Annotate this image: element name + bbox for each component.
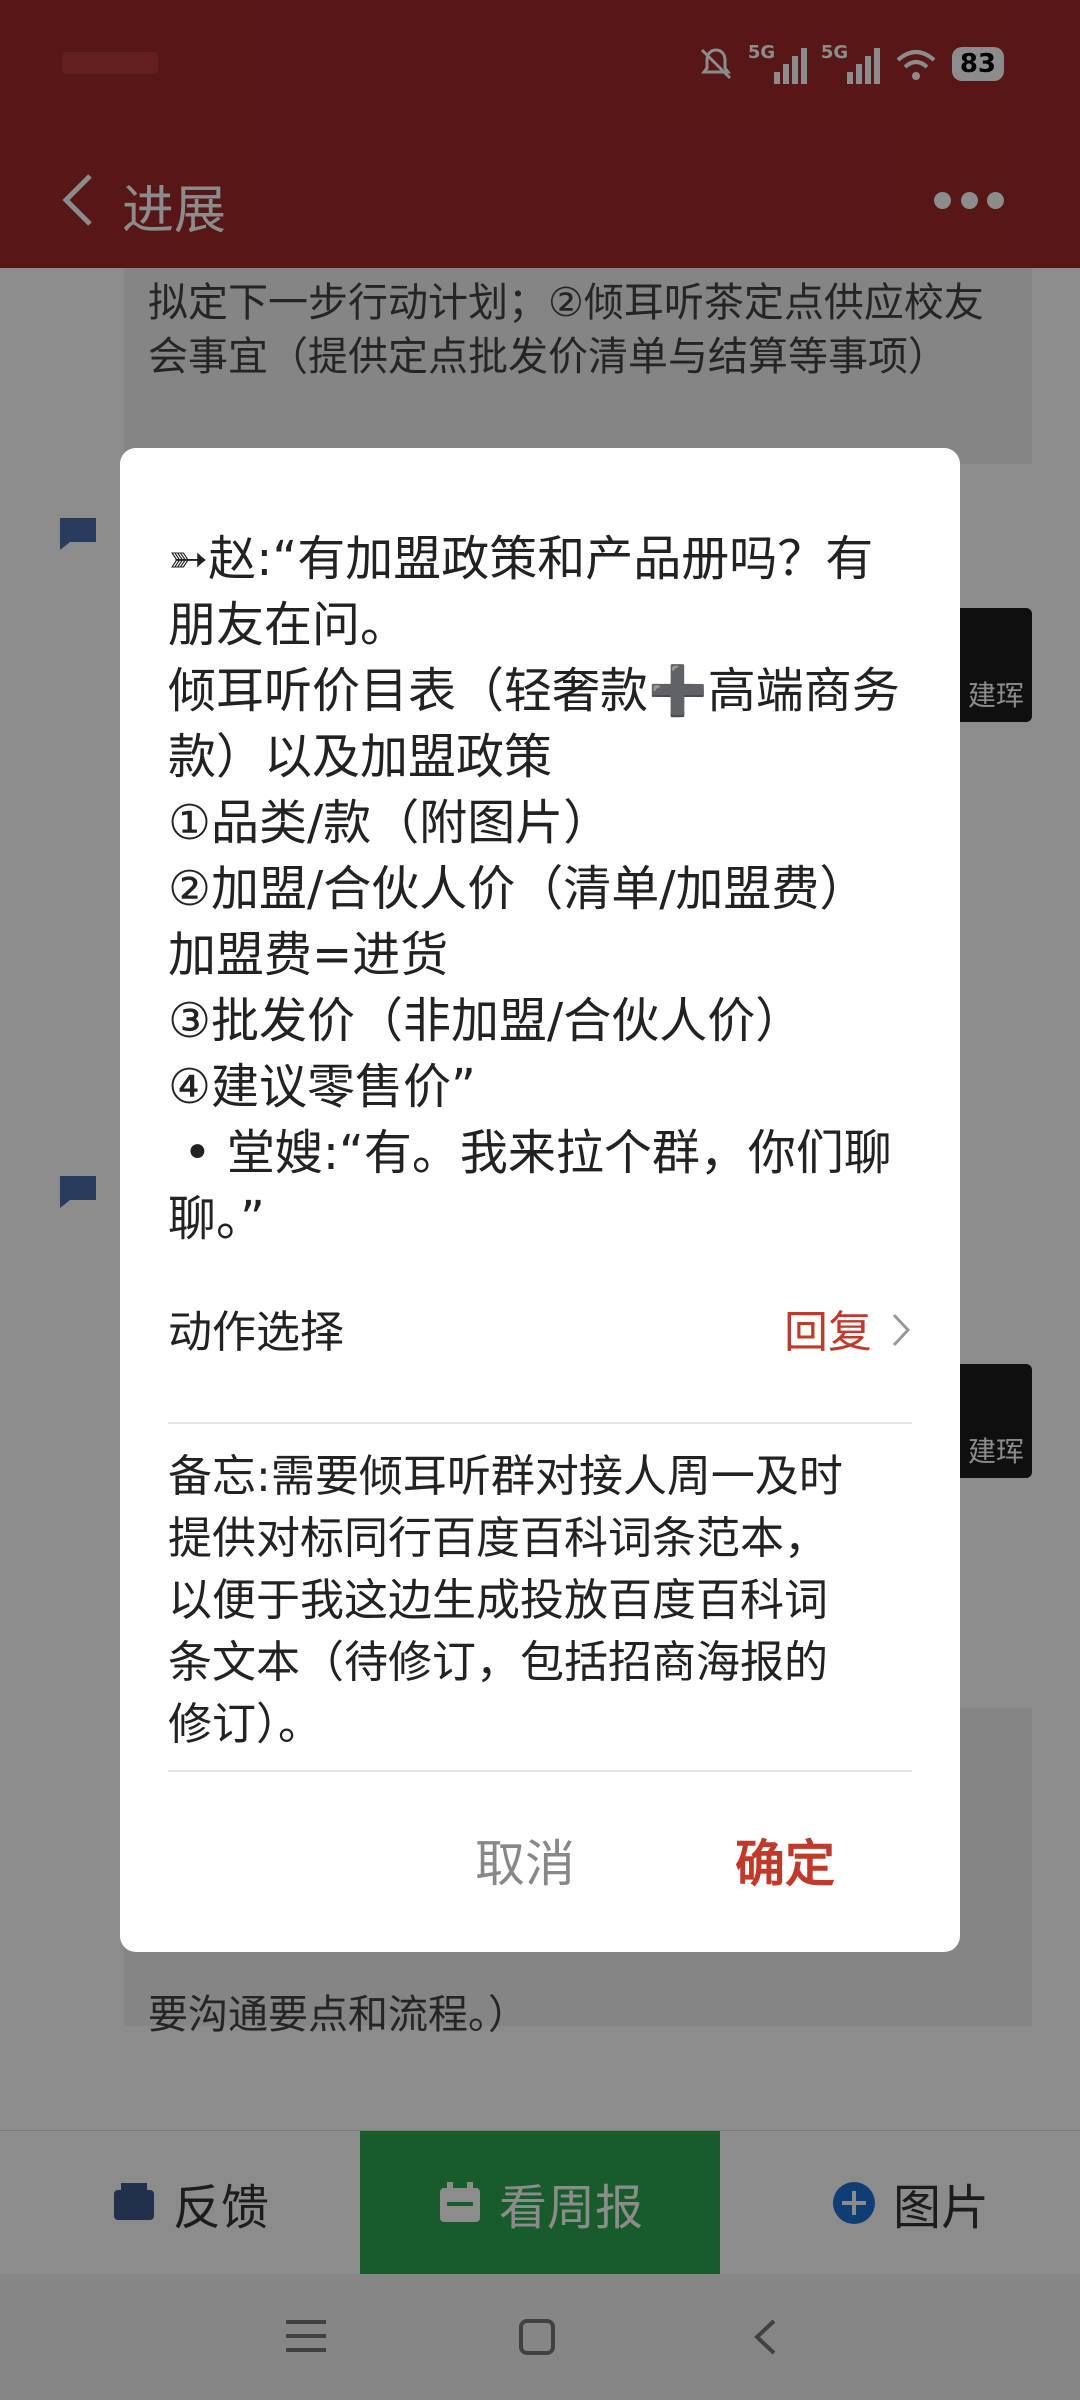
action-select-row[interactable]: 动作选择 回复 bbox=[168, 1290, 912, 1364]
action-value[interactable]: 回复 bbox=[784, 1296, 872, 1360]
cancel-button[interactable]: 取消 bbox=[450, 1822, 600, 1898]
reply-dialog: ➳赵:“有加盟政策和产品册吗？有朋友在问。 倾耳听价目表（轻奢款➕高端商务款）以… bbox=[120, 448, 960, 1952]
action-label: 动作选择 bbox=[168, 1307, 344, 1358]
divider bbox=[168, 1422, 912, 1424]
divider bbox=[168, 1770, 912, 1772]
memo-text[interactable]: 备忘:需要倾耳听群对接人周一及时 提供对标同行百度百科词条范本， 以便于我这边生… bbox=[168, 1446, 912, 1756]
chevron-right-icon bbox=[892, 1313, 911, 1347]
confirm-button[interactable]: 确定 bbox=[700, 1822, 870, 1898]
message-text: ➳赵:“有加盟政策和产品册吗？有朋友在问。 倾耳听价目表（轻奢款➕高端商务款）以… bbox=[168, 531, 900, 1247]
